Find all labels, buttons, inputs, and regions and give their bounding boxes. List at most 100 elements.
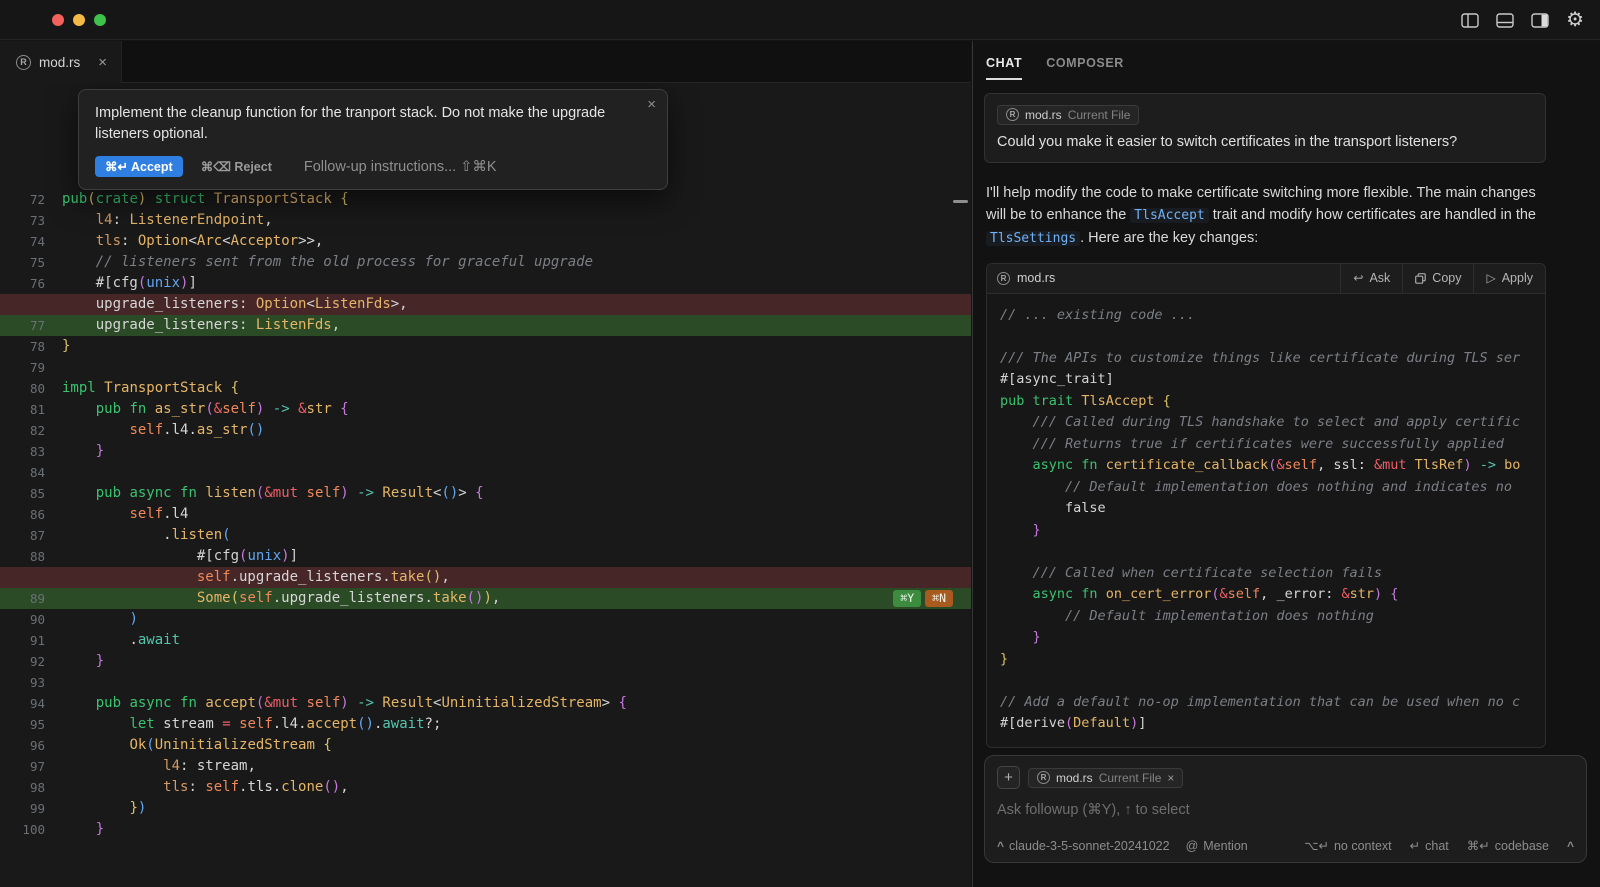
tab-mod-rs[interactable]: R mod.rs ×: [0, 41, 122, 83]
input-placeholder[interactable]: Ask followup (⌘Y), ↑ to select: [997, 802, 1574, 818]
diff-accept-badge[interactable]: ⌘Y: [893, 590, 921, 607]
line-number: 79: [0, 357, 62, 378]
line-number: 77: [0, 315, 62, 336]
copy-button[interactable]: Copy: [1402, 263, 1473, 293]
code-line: // Add a default no-op implementation th…: [1000, 692, 1545, 714]
inline-code[interactable]: TlsAccept: [1130, 208, 1208, 223]
apply-button[interactable]: ▷ Apply: [1473, 263, 1545, 293]
code-line: #[derive(Default)]: [1000, 713, 1545, 735]
line-number: 80: [0, 378, 62, 399]
tab-chat[interactable]: CHAT: [986, 56, 1022, 80]
code-line: false: [1000, 498, 1545, 520]
line-number: 93: [0, 672, 62, 693]
code-line: 94 pub async fn accept(&mut self) -> Res…: [0, 693, 971, 714]
line-number: 74: [0, 231, 62, 252]
code-line: 81 pub fn as_str(&self) -> &str {: [0, 399, 971, 420]
code-line: 84: [0, 462, 971, 483]
panel-right-icon[interactable]: [1531, 13, 1549, 28]
user-message-card: R mod.rs Current File Could you make it …: [984, 93, 1546, 163]
code-line: async fn on_cert_error(&self, _error: &s…: [1000, 584, 1545, 606]
panel-left-icon[interactable]: [1461, 13, 1479, 28]
code-line: 86 self.l4: [0, 504, 971, 525]
line-number: 97: [0, 756, 62, 777]
code-line: 88 #[cfg(unix)]: [0, 546, 971, 567]
code-line: 85 pub async fn listen(&mut self) -> Res…: [0, 483, 971, 504]
footer-action-codebase[interactable]: ⌘↵codebase: [1467, 838, 1549, 853]
copy-icon: [1415, 273, 1426, 284]
code-line: 98 tls: self.tls.clone(),: [0, 777, 971, 798]
chat-input-box[interactable]: + R mod.rs Current File × Ask followup (…: [984, 755, 1587, 863]
add-context-button[interactable]: +: [997, 766, 1020, 789]
code-line: pub trait TlsAccept {: [1000, 391, 1545, 413]
code-line: /// Called when certificate selection fa…: [1000, 563, 1545, 585]
code-line: }: [1000, 627, 1545, 649]
tab-close-icon[interactable]: ×: [98, 54, 107, 71]
inline-code[interactable]: TlsSettings: [986, 231, 1080, 246]
chat-tabs: CHAT COMPOSER: [973, 41, 1600, 80]
chip-file-name: mod.rs: [1056, 771, 1093, 785]
line-number: 96: [0, 735, 62, 756]
chat-panel: CHAT COMPOSER R mod.rs Current File Coul…: [972, 41, 1600, 887]
ask-button[interactable]: ↩ Ask: [1340, 263, 1402, 293]
footer-action-no-context[interactable]: ⌥↵no context: [1304, 838, 1392, 853]
code-line: 96 Ok(UninitializedStream {: [0, 735, 971, 756]
code-line: [1000, 326, 1545, 348]
tab-composer[interactable]: COMPOSER: [1046, 56, 1124, 80]
popup-close-icon[interactable]: ×: [647, 96, 656, 113]
close-window-icon[interactable]: [52, 14, 64, 26]
model-selector[interactable]: ^ claude-3-5-sonnet-20241022: [997, 839, 1170, 853]
app-window: ⚙ R mod.rs × 72pub(crate) struct Transpo…: [0, 0, 1600, 887]
code-line: 76 #[cfg(unix)]: [0, 273, 971, 294]
diff-added-line: 89 Some(self.upgrade_listeners.take()),⌘…: [0, 588, 971, 609]
input-footer-right: ⌥↵no context ↵chat ⌘↵codebase ^: [1304, 838, 1574, 853]
code-line: // Default implementation does nothing a…: [1000, 477, 1545, 499]
code-block-header: R mod.rs ↩ Ask Copy ▷ Apply: [987, 264, 1545, 294]
settings-gear-icon[interactable]: ⚙: [1566, 10, 1584, 30]
model-name: claude-3-5-sonnet-20241022: [1009, 839, 1170, 853]
chip-close-icon[interactable]: ×: [1167, 771, 1174, 785]
panel-bottom-icon[interactable]: [1496, 13, 1514, 28]
line-number: 83: [0, 441, 62, 462]
overview-ruler-marker: [953, 200, 968, 203]
code-line: 75 // listeners sent from the old proces…: [0, 252, 971, 273]
traffic-lights: [52, 14, 106, 26]
at-icon: @: [1186, 839, 1199, 853]
code-line: // ... existing code ...: [1000, 305, 1545, 327]
code-line: 93: [0, 672, 971, 693]
code-line: 100 }: [0, 819, 971, 840]
line-number: 88: [0, 546, 62, 567]
editor-pane: R mod.rs × 72pub(crate) struct Transport…: [0, 41, 971, 887]
line-number: 78: [0, 336, 62, 357]
code-line: 78}: [0, 336, 971, 357]
input-context-chip[interactable]: R mod.rs Current File ×: [1028, 768, 1183, 788]
reject-button[interactable]: ⌘⌫ Reject: [201, 159, 272, 174]
mention-button[interactable]: @ Mention: [1186, 839, 1248, 853]
line-number: 89: [0, 588, 62, 609]
line-number: 99: [0, 798, 62, 819]
code-line: [1000, 670, 1545, 692]
footer-action-chat[interactable]: ↵chat: [1410, 838, 1449, 853]
code-line: /// The APIs to customize things like ce…: [1000, 348, 1545, 370]
input-footer: ^ claude-3-5-sonnet-20241022 @ Mention ⌥…: [997, 838, 1574, 853]
chat-code-block: R mod.rs ↩ Ask Copy ▷ Apply: [986, 263, 1546, 748]
line-number: 82: [0, 420, 62, 441]
diff-reject-badge[interactable]: ⌘N: [925, 590, 953, 607]
line-number: 73: [0, 210, 62, 231]
diff-deleted-line: upgrade_listeners: Option<ListenFds>,: [0, 294, 971, 315]
accept-button[interactable]: ⌘↵ Accept: [95, 156, 183, 177]
editor-body[interactable]: 72pub(crate) struct TransportStack {73 l…: [0, 83, 971, 887]
code-line: 90 ): [0, 609, 971, 630]
line-number: 81: [0, 399, 62, 420]
chevron-up-icon[interactable]: ^: [1567, 839, 1574, 853]
assistant-message-text: I'll help modify the code to make certif…: [986, 182, 1546, 250]
followup-instructions-button[interactable]: Follow-up instructions... ⇧⌘K: [304, 159, 497, 175]
chat-code-lines: // ... existing code ... /// The APIs to …: [987, 294, 1545, 747]
line-number: 94: [0, 693, 62, 714]
context-chip[interactable]: R mod.rs Current File: [997, 105, 1139, 125]
inline-edit-popup: Implement the cleanup function for the t…: [78, 89, 668, 190]
minimize-window-icon[interactable]: [73, 14, 85, 26]
maximize-window-icon[interactable]: [94, 14, 106, 26]
chevron-up-icon: ^: [997, 839, 1004, 853]
code-line: async fn certificate_callback(&self, ssl…: [1000, 455, 1545, 477]
code-line: 73 l4: ListenerEndpoint,: [0, 210, 971, 231]
